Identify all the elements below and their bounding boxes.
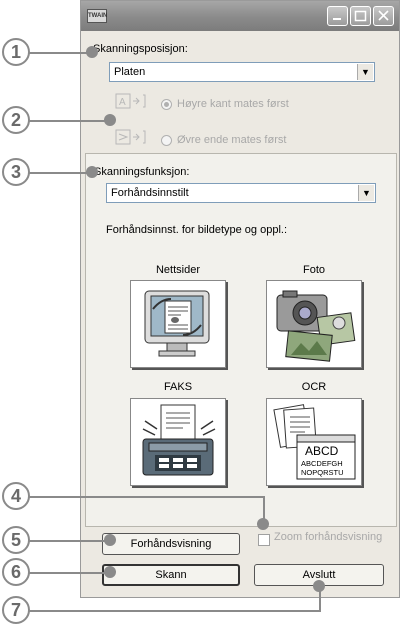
minimize-button[interactable]: [327, 6, 348, 26]
fax-icon: [142, 404, 216, 476]
preset-web-button[interactable]: [130, 280, 226, 368]
callout-3-pointer: [86, 166, 98, 178]
scan-function-panel: Skanningsfunksjon: Forhåndsinnstilt ▼ Fo…: [85, 153, 397, 527]
zoom-preview-label: Zoom forhåndsvisning: [274, 531, 383, 543]
ocr-sample-line1: ABCD: [305, 444, 339, 458]
scan-function-value: Forhåndsinnstilt: [111, 187, 189, 199]
scan-position-label: Skanningsposisjon:: [93, 43, 188, 55]
right-edge-label: Høyre kant mates først: [177, 98, 289, 110]
close-button[interactable]: [373, 6, 394, 26]
callout-3: 3: [2, 158, 30, 186]
web-page-icon: [144, 290, 210, 357]
callout-5-pointer: [104, 534, 116, 546]
top-edge-radio[interactable]: [161, 135, 172, 146]
callout-6-pointer: [104, 566, 116, 578]
camera-photo-icon: [276, 290, 356, 362]
preset-caption: Forhåndsinnst. for bildetype og oppl.:: [106, 224, 288, 236]
callout-2-pointer: [104, 114, 116, 126]
ocr-document-icon: ABCD ABCDEFGH NOPQRSTU: [273, 404, 356, 480]
minimize-icon: [333, 18, 341, 20]
maximize-icon: [354, 10, 367, 22]
scan-function-label: Skanningsfunksjon:: [94, 166, 190, 178]
title-bar[interactable]: TWAIN: [81, 1, 399, 31]
callout-3-leader: [28, 172, 90, 174]
twain-app-icon: TWAIN: [87, 9, 107, 23]
callout-5: 5: [2, 526, 30, 554]
preset-fax-button[interactable]: [130, 398, 226, 486]
callout-4-pointer: [257, 518, 269, 530]
svg-text:A: A: [119, 97, 126, 108]
preset-photo-button[interactable]: [266, 280, 362, 368]
callout-6-leader: [28, 572, 110, 574]
callout-1-pointer: [86, 46, 98, 58]
top-edge-label: Øvre ende mates først: [177, 134, 287, 146]
callout-4: 4: [2, 482, 30, 510]
callout-5-leader: [28, 540, 110, 542]
callout-1-leader: [28, 52, 90, 54]
scan-button[interactable]: Skann: [102, 564, 240, 586]
top-edge-feed-icon: [115, 129, 146, 145]
scan-position-panel: Skanningsposisjon: Platen ▼ A Høyre kant…: [85, 36, 397, 152]
right-edge-radio[interactable]: [161, 99, 172, 110]
zoom-preview-checkbox[interactable]: [258, 534, 270, 546]
scanner-dialog-window: TWAIN Skanningsposisjon: Platen ▼ A Høyr…: [80, 0, 400, 598]
chevron-down-icon[interactable]: ▼: [358, 185, 374, 201]
right-edge-feed-icon: A: [115, 93, 146, 109]
callout-7-pointer: [313, 580, 325, 592]
preset-label-fax: FAKS: [163, 381, 193, 393]
preset-label-web: Nettsider: [155, 264, 201, 276]
callout-2: 2: [2, 106, 30, 134]
ocr-sample-line3: NOPQRSTU: [301, 468, 344, 477]
scan-function-select[interactable]: Forhåndsinnstilt ▼: [106, 183, 376, 203]
chevron-down-icon[interactable]: ▼: [357, 64, 373, 80]
callout-1: 1: [2, 38, 30, 66]
ocr-sample-line2: ABCDEFGH: [301, 459, 343, 468]
callout-7-leader: [28, 610, 320, 612]
preview-button[interactable]: Forhåndsvisning: [102, 533, 240, 555]
preset-label-ocr: OCR: [301, 381, 327, 393]
scan-position-select[interactable]: Platen ▼: [109, 62, 375, 82]
preset-ocr-button[interactable]: ABCD ABCDEFGH NOPQRSTU: [266, 398, 362, 486]
close-icon: [378, 10, 389, 21]
maximize-button[interactable]: [350, 6, 371, 26]
preset-label-photo: Foto: [302, 264, 325, 276]
callout-4-leader: [28, 496, 264, 498]
callout-7: 7: [2, 596, 30, 624]
callout-2-leader: [28, 120, 110, 122]
callout-6: 6: [2, 558, 30, 586]
scan-position-value: Platen: [114, 66, 146, 78]
